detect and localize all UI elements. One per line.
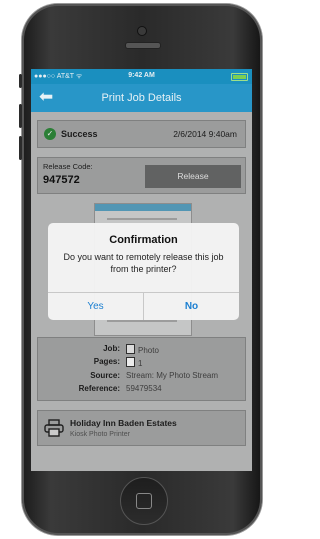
status-time: 9:42 AM (128, 72, 155, 79)
front-camera (137, 26, 147, 36)
navigation-bar: ⬅ Print Job Details (31, 84, 252, 112)
home-button[interactable] (120, 477, 168, 525)
yes-button[interactable]: Yes (48, 293, 143, 320)
dialog-title: Confirmation (109, 234, 178, 246)
screen: ●●●○○ AT&T ᯤ 9:42 AM ⬅ Print Job Details… (31, 69, 252, 471)
volume-up-button (19, 104, 22, 128)
no-button[interactable]: No (144, 293, 239, 320)
earpiece-speaker (125, 42, 161, 49)
confirmation-dialog: Confirmation Do you want to remotely rel… (48, 223, 239, 320)
volume-down-button (19, 136, 22, 160)
status-bar: ●●●○○ AT&T ᯤ 9:42 AM (31, 69, 252, 84)
page-title: Print Job Details (101, 92, 182, 104)
dialog-message: Do you want to remotely release this job… (63, 252, 224, 274)
mute-switch (19, 74, 22, 88)
home-square-icon (136, 493, 152, 509)
battery-icon (231, 73, 248, 81)
